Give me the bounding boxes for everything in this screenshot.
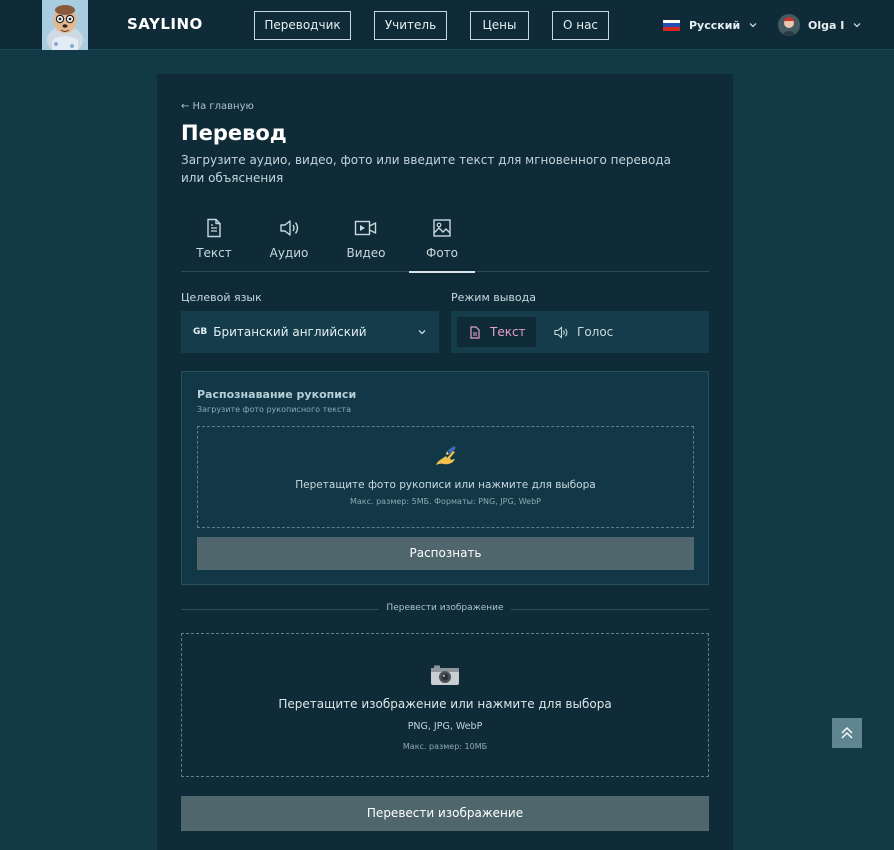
video-icon <box>354 220 377 236</box>
image-icon <box>433 219 451 237</box>
writing-hand-icon <box>198 445 693 473</box>
handwriting-dropzone[interactable]: Перетащите фото рукописи или нажмите для… <box>197 426 694 528</box>
speaker-icon <box>280 220 299 236</box>
language-selector[interactable]: Русский <box>663 17 758 33</box>
section-divider: Перевести изображение <box>181 602 709 616</box>
translation-card: ← На главную Перевод Загрузите аудио, ви… <box>157 74 733 850</box>
handwriting-subtitle: Загрузите фото рукописного текста <box>197 405 351 414</box>
image-formats: PNG, JPG, WebP <box>407 721 483 732</box>
avatar <box>778 14 800 36</box>
tab-text-label: Текст <box>196 246 232 260</box>
tab-audio-label: Аудио <box>269 246 309 260</box>
handwriting-drop-text: Перетащите фото рукописи или нажмите для… <box>295 479 596 491</box>
target-language-value: Британский английский <box>213 325 367 339</box>
output-mode-toggle: Текст Голос <box>451 311 709 353</box>
chevron-down-icon <box>749 23 757 28</box>
chevron-down-icon <box>853 23 861 28</box>
tab-photo-label: Фото <box>425 246 458 260</box>
tab-photo[interactable]: Фото <box>409 216 475 273</box>
nav-pricing-button[interactable]: Цены <box>470 11 529 40</box>
page-title: Перевод <box>181 121 287 145</box>
russia-flag-icon <box>663 19 680 31</box>
tab-video[interactable]: Видео <box>333 216 399 272</box>
tab-text[interactable]: Текст <box>181 216 247 272</box>
output-mode-voice-option[interactable]: Голос <box>554 317 613 347</box>
language-label: Русский <box>689 18 741 32</box>
input-type-tabs: Текст Аудио Видео Фото <box>181 216 709 273</box>
divider-label: Перевести изображение <box>386 603 504 613</box>
output-mode-voice-label: Голос <box>577 325 614 339</box>
output-mode-text-option[interactable]: Текст <box>457 317 536 347</box>
camera-icon <box>182 664 708 690</box>
nav-teacher-button[interactable]: Учитель <box>374 11 447 40</box>
handwriting-drop-hint: Макс. размер: 5МБ. Форматы: PNG, JPG, We… <box>349 497 542 506</box>
output-mode-label: Режим вывода <box>451 291 536 304</box>
image-max-size: Макс. размер: 10МБ <box>402 742 488 751</box>
target-language-label: Целевой язык <box>181 291 262 304</box>
user-name: Olga I <box>808 18 845 32</box>
image-drop-text: Перетащите изображение или нажмите для в… <box>278 697 612 711</box>
image-dropzone[interactable]: Перетащите изображение или нажмите для в… <box>181 633 709 777</box>
language-code: GB <box>193 327 208 337</box>
scroll-to-top-button[interactable] <box>832 718 862 748</box>
page-subtitle: Загрузите аудио, видео, фото или введите… <box>181 153 671 185</box>
target-language-select[interactable]: GB Британский английский <box>181 311 439 353</box>
handwriting-recognition-panel: Распознавание рукописи Загрузите фото ру… <box>181 371 709 585</box>
handwriting-title: Распознавание рукописи <box>197 388 357 401</box>
user-menu[interactable]: Olga I <box>778 13 862 37</box>
top-header: SAYLINO Переводчик Учитель Цены О нас Ру… <box>0 0 894 50</box>
logo-mascot-image[interactable] <box>42 0 88 50</box>
nav-about-button[interactable]: О нас <box>552 11 609 40</box>
document-icon <box>470 325 480 339</box>
speaker-icon <box>554 325 568 339</box>
translate-image-button[interactable]: Перевести изображение <box>181 796 709 831</box>
document-icon <box>207 218 221 238</box>
brand-logo-text[interactable]: SAYLINO <box>127 15 203 33</box>
double-chevron-up-icon <box>841 727 853 739</box>
back-to-home-link[interactable]: ← На главную <box>181 101 254 112</box>
chevron-down-icon <box>418 330 426 335</box>
tab-audio[interactable]: Аудио <box>256 216 322 272</box>
recognize-button[interactable]: Распознать <box>197 537 694 570</box>
nav-translator-button[interactable]: Переводчик <box>254 11 351 40</box>
tab-video-label: Видео <box>346 246 386 260</box>
output-mode-text-label: Текст <box>490 325 526 339</box>
